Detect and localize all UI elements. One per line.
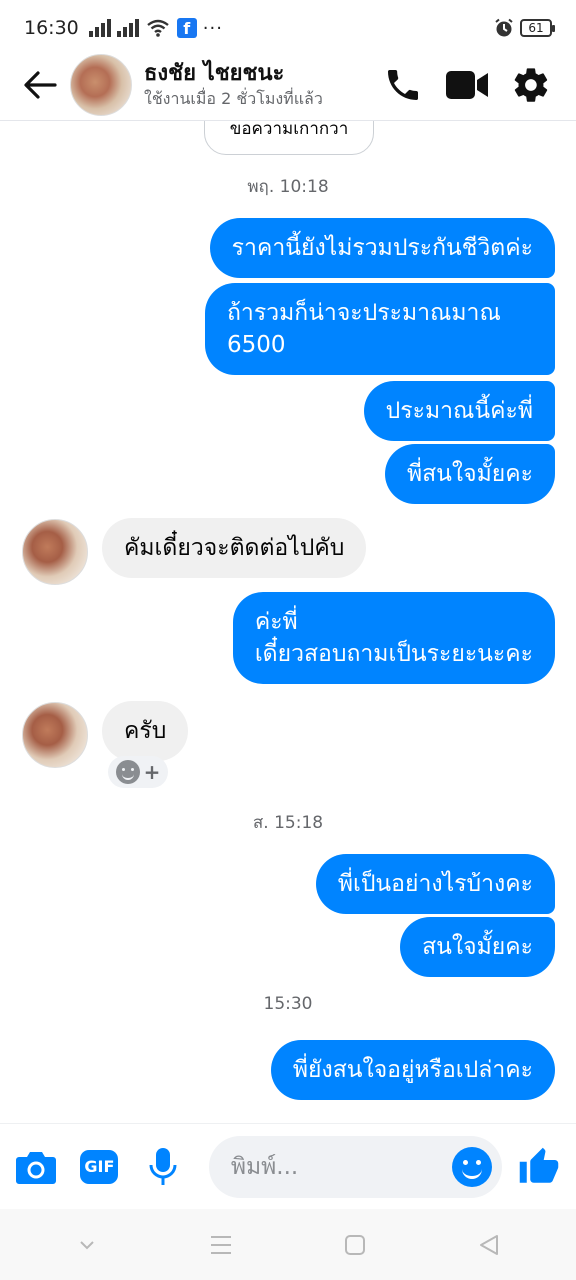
header-actions (380, 62, 554, 108)
smiley-icon (115, 760, 140, 784)
nav-back-button[interactable] (469, 1225, 509, 1265)
nav-back-icon (480, 1234, 498, 1255)
system-navigation-bar (0, 1209, 576, 1280)
add-reaction-button[interactable]: + (108, 756, 168, 788)
outgoing-message[interactable]: ถ้ารวมก็น่าจะประมาณมาณ 6500 (205, 283, 555, 375)
contact-name: ธงชัย ไชยชนะ (144, 61, 285, 86)
nav-home-button[interactable] (335, 1225, 375, 1265)
contact-avatar-small[interactable] (22, 519, 88, 585)
timestamp: ส. 15:18 (252, 813, 324, 833)
signal-icon (116, 19, 139, 37)
gif-icon: GIF (80, 1149, 119, 1184)
gear-icon (514, 68, 548, 102)
message-composer: GIF (0, 1123, 576, 1209)
nav-menu-icon (211, 1235, 231, 1254)
status-right: 61 (494, 18, 555, 38)
outgoing-message[interactable]: ประมาณนี้ค่ะพี่ (363, 381, 555, 441)
message-input-container[interactable] (208, 1135, 503, 1198)
active-status: ใช้งานเมื่อ 2 ชั่วโมงที่แล้ว (144, 89, 323, 108)
back-button[interactable] (10, 55, 70, 115)
conversation-header: ธงชัย ไชยชนะ ใช้งานเมื่อ 2 ชั่วโมงที่แล้… (0, 50, 576, 120)
outgoing-message[interactable]: ค่ะพี่ เดี๋ยวสอบถามเป็นระยะนะคะ (232, 592, 555, 684)
status-bar: 16:30 f ··· 61 (0, 0, 576, 56)
outgoing-message[interactable]: พี่เป็นอย่างไรบ้างคะ (315, 854, 555, 914)
nav-down-button[interactable] (67, 1225, 107, 1265)
outgoing-message[interactable]: ราคานี้ยังไม่รวมประกันชีวิตค่ะ (209, 218, 555, 278)
contact-avatar[interactable] (70, 54, 132, 116)
contact-info[interactable]: ธงชัย ไชยชนะ ใช้งานเมื่อ 2 ชั่วโมงที่แล้… (144, 60, 323, 110)
camera-button[interactable] (14, 1145, 58, 1189)
voice-call-button[interactable] (380, 62, 426, 108)
video-call-button[interactable] (444, 62, 490, 108)
voice-clip-button[interactable] (141, 1145, 185, 1189)
nav-down-icon (80, 1240, 94, 1249)
alarm-icon (494, 18, 514, 38)
emoji-icon[interactable] (452, 1146, 493, 1187)
nav-menu-button[interactable] (201, 1225, 241, 1265)
gif-button[interactable]: GIF (78, 1145, 122, 1189)
camera-icon (15, 1151, 56, 1184)
wifi-icon (147, 19, 169, 37)
like-button[interactable] (516, 1144, 562, 1190)
message-input[interactable] (230, 1153, 453, 1180)
video-camera-icon (446, 71, 488, 99)
outgoing-message[interactable]: สนใจมั้ยคะ (400, 917, 555, 977)
back-arrow-icon (24, 71, 57, 99)
facebook-icon: f (176, 18, 197, 38)
plus-icon: + (143, 760, 161, 784)
older-messages-button[interactable]: ขอความเกากวา (204, 121, 374, 155)
signal-icon (88, 19, 111, 37)
status-time: 16:30 (24, 17, 79, 39)
outgoing-message[interactable]: พี่ยังสนใจอยู่หรือเปล่าคะ (270, 1040, 555, 1100)
timestamp: 15:30 (263, 994, 313, 1014)
nav-home-icon (345, 1234, 365, 1255)
microphone-icon (149, 1147, 177, 1185)
settings-button[interactable] (508, 62, 554, 108)
incoming-message[interactable]: ครับ (102, 701, 189, 761)
thumbs-up-icon (519, 1147, 559, 1183)
battery-icon: 61 (520, 19, 555, 37)
outgoing-message[interactable]: พี่สนใจมั้ยคะ (384, 444, 555, 504)
phone-icon (388, 70, 418, 100)
timestamp: พฤ. 10:18 (247, 177, 329, 197)
incoming-message[interactable]: คัมเดี๋ยวจะติดต่อไปคับ (102, 518, 367, 578)
contact-avatar-small[interactable] (22, 702, 88, 768)
more-icon: ··· (202, 17, 223, 39)
message-list[interactable]: ขอความเกากวา พฤ. 10:18 ราคานี้ยังไม่รวมป… (0, 121, 576, 1123)
